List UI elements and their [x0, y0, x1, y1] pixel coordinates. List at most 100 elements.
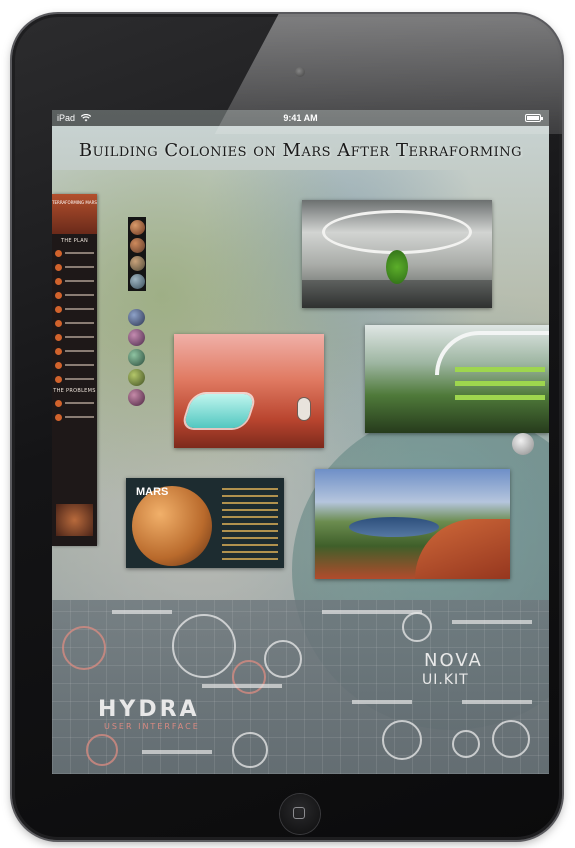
- text-line: [65, 336, 94, 338]
- hud-bar: [112, 610, 172, 614]
- nova-subtitle: UI.KIT: [422, 672, 469, 688]
- status-bar: iPad 9:41 AM: [52, 110, 549, 126]
- text-line: [65, 378, 94, 380]
- status-time: 9:41 AM: [283, 113, 318, 123]
- infographic-row: [55, 332, 94, 342]
- ipad-device: iPad 9:41 AM Building Colonies on Mars A…: [12, 14, 562, 840]
- text-line: [65, 294, 94, 296]
- bullet-icon: [55, 305, 62, 313]
- planet-variant-icon: [127, 369, 145, 386]
- bullet-icon: [55, 291, 62, 299]
- mars-poster-image[interactable]: MARS: [126, 478, 284, 568]
- text-line: [65, 416, 94, 418]
- bullet-icon: [55, 361, 62, 369]
- infographic-row: [55, 290, 94, 300]
- home-button[interactable]: [280, 794, 320, 834]
- infographic-row: [55, 262, 94, 272]
- hud-ring-icon: [62, 626, 106, 670]
- home-square-icon: [293, 807, 305, 819]
- page-title: Building Colonies on Mars After Terrafor…: [78, 140, 523, 161]
- planet-variant-icon: [127, 349, 145, 366]
- text-line: [65, 364, 94, 366]
- dome-ring: [322, 210, 472, 254]
- hud-bar: [202, 684, 282, 688]
- infographic-row: [55, 318, 94, 328]
- greenhouse-pod: [182, 394, 256, 428]
- hud-ring-icon: [172, 614, 236, 678]
- hud-ring-icon: [264, 640, 302, 678]
- infographic-row: [55, 248, 94, 258]
- hud-ring-icon: [232, 660, 266, 694]
- plant-shelf: [455, 367, 545, 372]
- bullet-icon: [55, 413, 62, 421]
- infographic-row: [55, 360, 94, 370]
- bullet-icon: [55, 375, 62, 383]
- bullet-icon: [55, 277, 62, 285]
- dome-floor: [302, 280, 492, 308]
- nova-title: NOVA: [424, 650, 483, 671]
- infographic-row: [55, 374, 94, 384]
- infographic-row: [55, 412, 94, 422]
- astronaut-icon: [298, 398, 310, 420]
- infographic-header: TERRAFORMING MARS: [52, 194, 97, 234]
- planet-stage-icon: [129, 256, 145, 271]
- moon-sphere: [512, 433, 534, 455]
- planet-stage-icon: [129, 238, 145, 253]
- hud-bar: [462, 700, 532, 704]
- tree-icon: [386, 250, 408, 284]
- infographic-row: [55, 304, 94, 314]
- infographic-row: [55, 398, 94, 408]
- text-line: [65, 280, 94, 282]
- infographic-footer-image: [56, 504, 93, 536]
- planet-stage-icon: [129, 220, 145, 235]
- hud-bar: [452, 620, 532, 624]
- terraformed-landscape-image[interactable]: [315, 469, 510, 579]
- planet-variant-icon: [127, 309, 145, 326]
- plant-shelf: [455, 395, 545, 400]
- lake: [349, 517, 439, 537]
- hud-ring-icon: [382, 720, 422, 760]
- hud-ring-icon: [452, 730, 480, 758]
- planet-progression-strip[interactable]: [128, 217, 146, 291]
- hud-bar: [352, 700, 412, 704]
- text-line: [65, 308, 94, 310]
- bullet-icon: [55, 399, 62, 407]
- infographic-row: [55, 276, 94, 286]
- hud-ring-icon: [402, 612, 432, 642]
- planet-variant-icon: [127, 329, 145, 346]
- hud-ring-icon: [232, 732, 268, 768]
- text-line: [65, 402, 94, 404]
- infographic-row: [55, 346, 94, 356]
- habitat-dome-image[interactable]: [302, 200, 492, 308]
- planet-variants-strip[interactable]: [126, 306, 146, 410]
- bullet-icon: [55, 263, 62, 271]
- vertical-farm-image[interactable]: [365, 325, 549, 433]
- text-line: [65, 252, 94, 254]
- hud-bar: [322, 610, 422, 614]
- bullet-icon: [55, 347, 62, 355]
- front-camera: [295, 67, 305, 77]
- hydra-subtitle: USER INTERFACE: [104, 722, 200, 731]
- hud-ring-icon: [86, 734, 118, 766]
- bullet-icon: [55, 333, 62, 341]
- infographic-section-problems: THE PROBLEMS: [53, 388, 96, 394]
- hud-ring-icon: [492, 720, 530, 758]
- mars-planet-icon: [132, 486, 212, 566]
- bullet-icon: [55, 249, 62, 257]
- ui-kit-collage[interactable]: HYDRA USER INTERFACE NOVA UI.KIT: [52, 600, 549, 774]
- bullet-icon: [55, 319, 62, 327]
- planet-variant-icon: [127, 389, 145, 406]
- hud-bar: [142, 750, 212, 754]
- infographic-section-plan: THE PLAN: [60, 238, 89, 244]
- screen: iPad 9:41 AM Building Colonies on Mars A…: [52, 110, 549, 774]
- poster-title: MARS: [136, 486, 169, 498]
- text-line: [65, 322, 94, 324]
- poster-data-grid: [222, 488, 278, 560]
- mars-greenhouse-pod-image[interactable]: [174, 334, 324, 448]
- battery-icon: [525, 114, 543, 122]
- planet-stage-icon: [129, 274, 145, 289]
- hydra-title: HYDRA: [98, 697, 200, 722]
- terraforming-infographic[interactable]: TERRAFORMING MARS THE PLAN THE PROBLEMS: [52, 194, 97, 546]
- text-line: [65, 266, 94, 268]
- text-line: [65, 350, 94, 352]
